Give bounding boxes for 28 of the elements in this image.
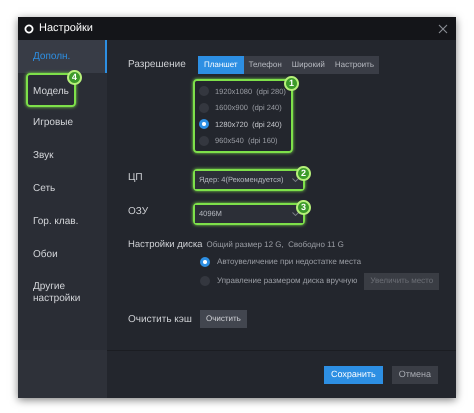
resolution-tab[interactable]: Телефон [244,56,287,74]
number-badge: 2 [296,166,311,181]
number-badge: 1 [284,76,299,91]
resolution-tab[interactable]: Широкий [286,56,330,74]
close-icon[interactable] [438,24,448,34]
caret-icon [292,212,299,216]
sidebar-item[interactable]: Обои [18,238,107,271]
window-title: Настройки [39,21,93,36]
sidebar-item[interactable]: Гор. клав. [18,205,107,238]
caret-icon [292,178,299,182]
clear-button[interactable]: Очистить [200,310,247,328]
number-badge: 3 [296,200,311,215]
field-label: ОЗУ [128,205,150,219]
field-label: Настройки диска [128,238,202,252]
option-label: Автоувеличение при недостатке места [217,256,362,268]
field-label: ЦП [128,171,144,185]
sidebar-item[interactable]: Игровые [18,106,107,139]
field-label: Очистить кэш [128,312,193,326]
disk-info: Общий размер 12 G, Свободно 11 G [206,239,344,251]
resolution-tab[interactable]: Настроить [330,56,379,74]
radio-button[interactable] [200,257,210,267]
sidebar-item[interactable]: Другие настройки [18,271,107,315]
sidebar-item[interactable]: Сеть [18,172,107,205]
option-label: Управление размером диска вручную [217,275,358,287]
sidebar-item[interactable]: Звук [18,139,107,172]
cancel-button[interactable]: Отмена [392,366,438,384]
radio-button[interactable] [199,119,209,130]
field-label: Разрешение [128,58,187,72]
